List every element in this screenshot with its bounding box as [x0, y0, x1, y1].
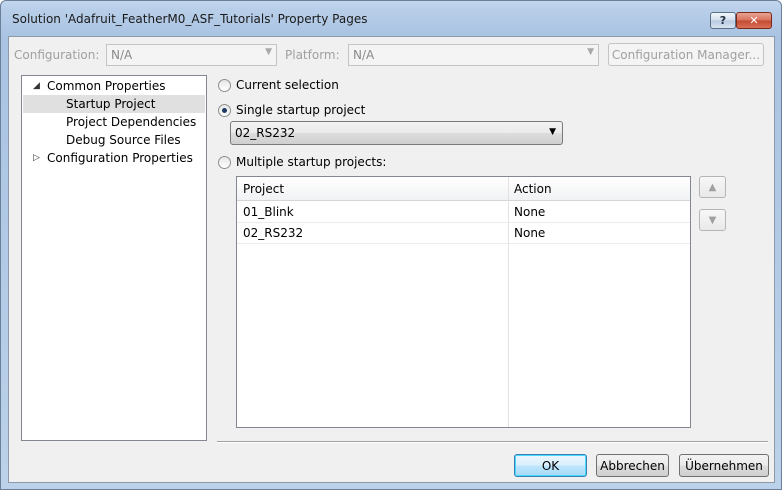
- single-startup-option[interactable]: Single startup project: [218, 103, 365, 117]
- current-selection-label: Current selection: [236, 78, 339, 92]
- property-pages-window: Solution 'Adafruit_FeatherM0_ASF_Tutoria…: [0, 0, 782, 490]
- multiple-startup-radio[interactable]: [218, 155, 231, 169]
- move-down-button[interactable]: ▼: [699, 209, 726, 231]
- tree-item-project-dependencies[interactable]: Project Dependencies: [66, 113, 196, 131]
- tree-item-startup-project[interactable]: Startup Project: [23, 95, 205, 113]
- apply-button[interactable]: Übernehmen: [679, 454, 769, 477]
- table-row[interactable]: 01_Blink None: [237, 202, 690, 223]
- close-icon: ✕: [749, 14, 759, 27]
- action-cell[interactable]: None: [508, 202, 545, 223]
- action-cell[interactable]: None: [508, 223, 545, 244]
- multiple-startup-option[interactable]: Multiple startup projects:: [218, 155, 386, 169]
- close-button[interactable]: ✕: [736, 12, 772, 29]
- startup-projects-grid[interactable]: Project Action 01_Blink None 02_RS232 No…: [236, 176, 691, 428]
- arrow-down-icon: ▼: [708, 214, 717, 226]
- single-startup-label: Single startup project: [236, 103, 366, 117]
- project-cell: 02_RS232: [243, 226, 304, 240]
- platform-label: Platform:: [285, 48, 340, 62]
- tree-item-debug-source-files[interactable]: Debug Source Files: [66, 131, 181, 149]
- chevron-down-icon: ▼: [549, 127, 556, 137]
- table-row[interactable]: 02_RS232 None: [237, 223, 690, 244]
- triangle-right-icon[interactable]: ▷: [33, 153, 40, 163]
- column-header-action[interactable]: Action: [508, 177, 690, 200]
- tree-item-common-properties[interactable]: Common Properties: [47, 77, 166, 95]
- current-selection-radio[interactable]: [218, 78, 231, 92]
- title-bar[interactable]: Solution 'Adafruit_FeatherM0_ASF_Tutoria…: [1, 1, 781, 37]
- help-button[interactable]: ?: [710, 12, 736, 29]
- arrow-up-icon: ▲: [708, 181, 717, 193]
- platform-value: N/A: [353, 48, 375, 62]
- project-cell: 01_Blink: [243, 205, 294, 219]
- dialog-client-area: Configuration: N/A ▼ Platform: N/A ▼ Con…: [8, 36, 775, 483]
- configuration-value: N/A: [111, 48, 133, 62]
- tree-item-label: Startup Project: [66, 97, 156, 111]
- ok-button[interactable]: OK: [514, 454, 587, 477]
- grid-header: Project Action: [237, 177, 690, 201]
- platform-select[interactable]: N/A ▼: [348, 44, 599, 66]
- current-selection-option[interactable]: Current selection: [218, 78, 339, 92]
- chevron-down-icon: ▼: [587, 47, 594, 57]
- separator: [217, 441, 768, 443]
- column-divider: [508, 177, 509, 427]
- chevron-down-icon: ▼: [265, 47, 272, 57]
- configuration-label: Configuration:: [14, 48, 100, 62]
- single-startup-radio[interactable]: [218, 103, 231, 117]
- triangle-down-icon[interactable]: ◢: [33, 81, 40, 91]
- configuration-select[interactable]: N/A ▼: [106, 44, 277, 66]
- single-startup-value: 02_RS232: [235, 126, 296, 140]
- single-startup-select[interactable]: 02_RS232 ▼: [230, 121, 563, 145]
- column-header-project[interactable]: Project: [237, 177, 508, 200]
- window-title: Solution 'Adafruit_FeatherM0_ASF_Tutoria…: [12, 12, 368, 26]
- move-up-button[interactable]: ▲: [699, 176, 726, 198]
- configuration-manager-button[interactable]: Configuration Manager...: [608, 43, 764, 66]
- multiple-startup-label: Multiple startup projects:: [236, 155, 387, 169]
- property-tree[interactable]: ◢ Common Properties Startup Project Proj…: [21, 75, 207, 441]
- cancel-button[interactable]: Abbrechen: [596, 454, 669, 477]
- tree-item-configuration-properties[interactable]: Configuration Properties: [47, 149, 193, 167]
